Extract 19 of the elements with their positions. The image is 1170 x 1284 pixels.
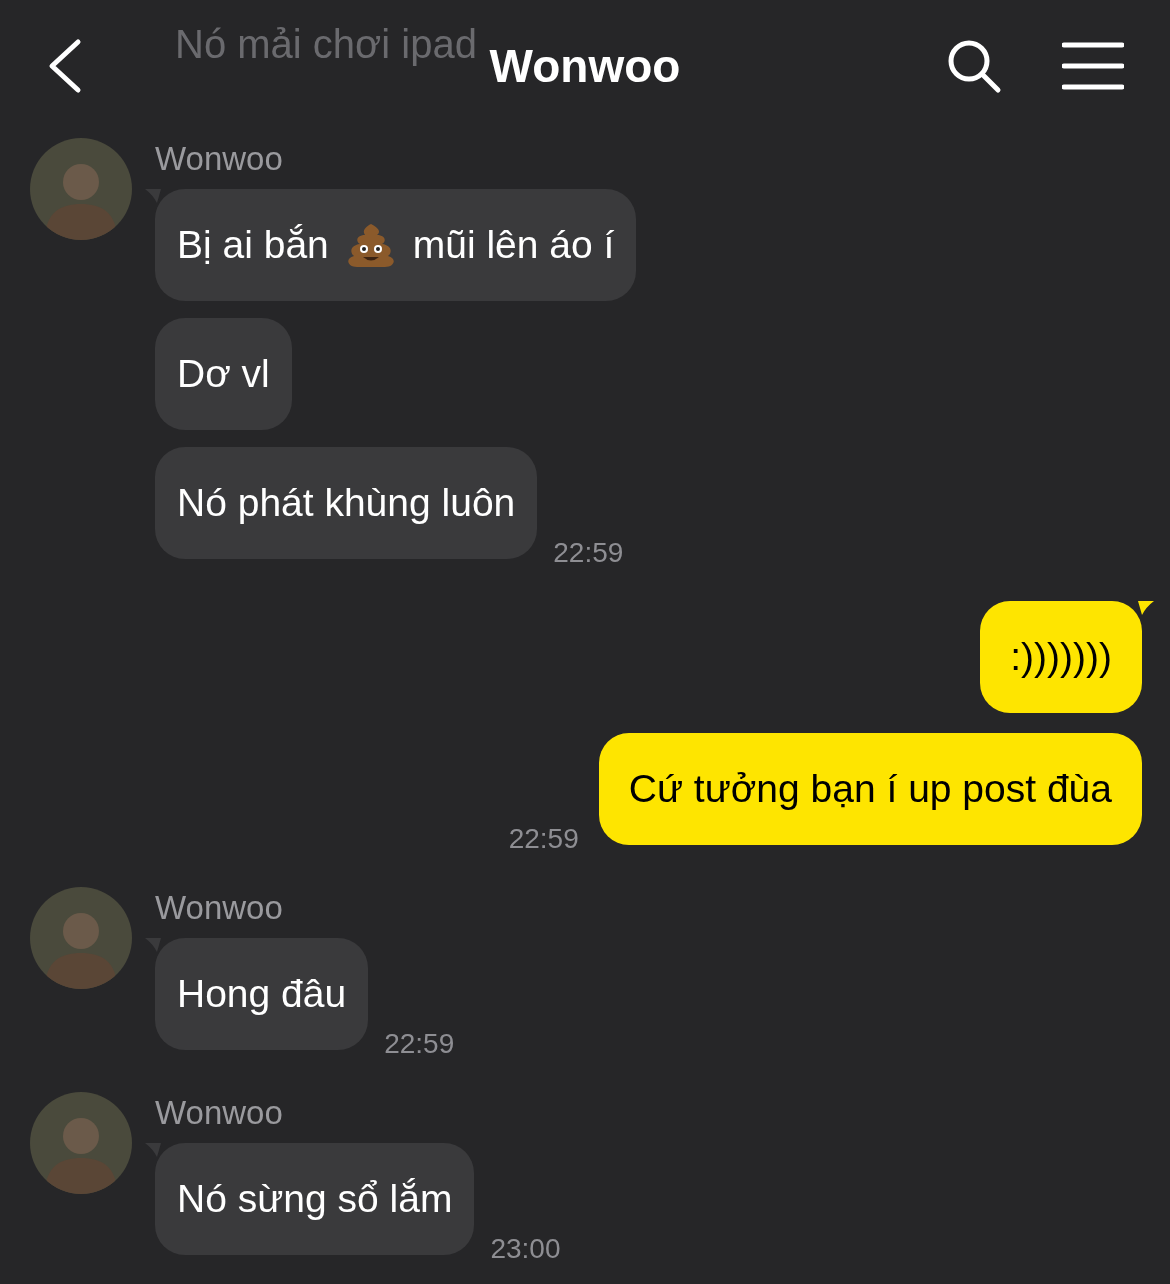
message-bubble: Nó sừng sổ lắm xyxy=(155,1143,475,1255)
menu-button[interactable] xyxy=(1062,41,1124,91)
bubble-tail xyxy=(1138,601,1154,617)
message-bubble: Hong đâu xyxy=(155,938,369,1050)
message-bubble: Cứ tưởng bạn í up post đùa xyxy=(598,733,1142,845)
message-bubble: Bị ai bắn mũi lên áo í xyxy=(155,189,637,301)
message-time: 22:59 xyxy=(384,1030,455,1058)
message-bubble: Dơ vl xyxy=(155,318,292,430)
message-time: 22:59 xyxy=(508,825,579,853)
faded-message-text: Nó mải chơi ipad xyxy=(175,21,477,68)
sender-name: Wonwoo xyxy=(155,891,284,924)
sender-name: Wonwoo xyxy=(155,142,284,175)
search-button[interactable] xyxy=(946,38,1002,94)
chat-title: Wonwoo xyxy=(489,38,681,94)
message-time: 22:59 xyxy=(553,539,624,567)
message-bubble: :))))))) xyxy=(980,601,1142,713)
message-time: 23:00 xyxy=(490,1235,561,1263)
sender-name: Wonwoo xyxy=(155,1096,284,1129)
message-bubble: Nó phát khùng luôn xyxy=(155,447,538,559)
